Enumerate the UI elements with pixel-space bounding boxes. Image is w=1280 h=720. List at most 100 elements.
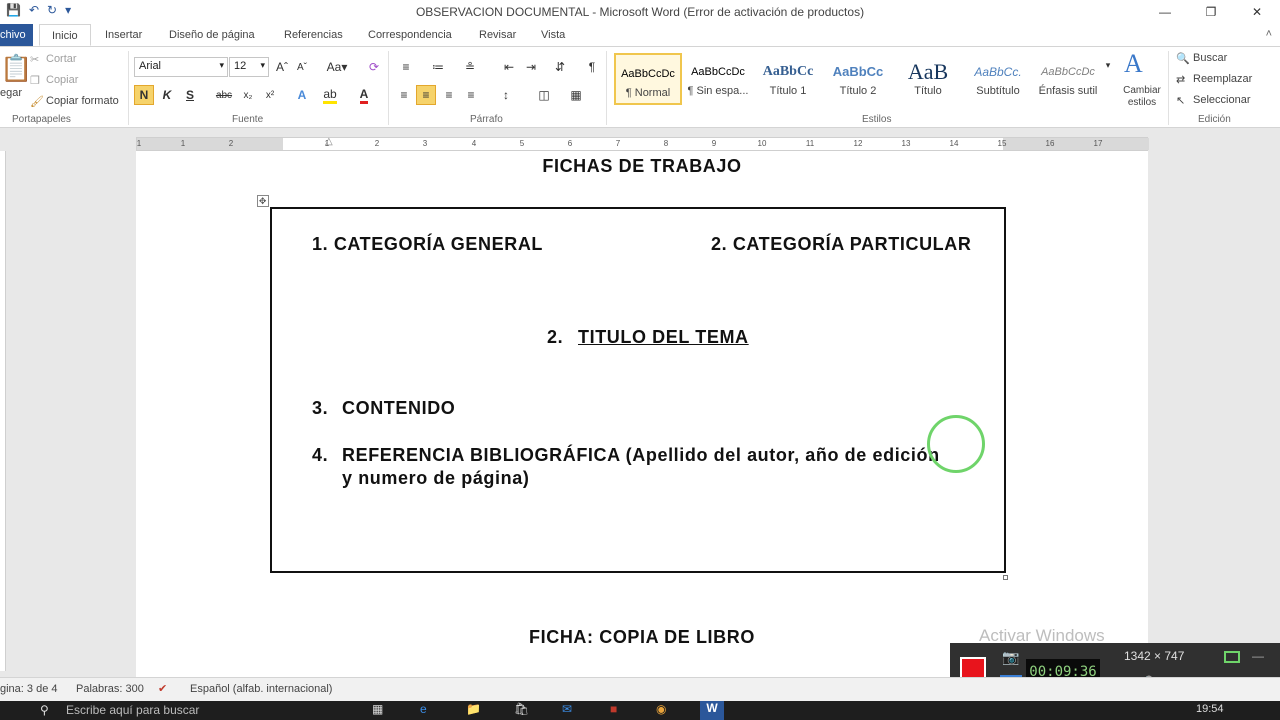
find-button[interactable]: Buscar	[1193, 52, 1227, 64]
style-normal[interactable]: AaBbCcDc ¶ Normal	[614, 53, 682, 105]
style-titulo[interactable]: AaB Título	[894, 53, 962, 105]
cut-button[interactable]: Cortar	[46, 53, 77, 65]
subscript-icon[interactable]: x₂	[238, 85, 258, 105]
close-button[interactable]: ✕	[1234, 0, 1280, 24]
copy-button[interactable]: Copiar	[46, 74, 78, 86]
document-page[interactable]: FICHAS DE TRABAJO ✥ 1. CATEGORÍA GENERAL…	[136, 151, 1148, 677]
title-bar: 💾 ↶ ↻ ▾ OBSERVACION DOCUMENTAL - Microso…	[0, 0, 1280, 24]
bold-button[interactable]: N	[134, 85, 154, 105]
change-styles-button[interactable]: Cambiar estilos	[1120, 85, 1164, 109]
paste-button[interactable]: egar	[0, 87, 22, 99]
style-enfasis-sutil[interactable]: AaBbCcDc Énfasis sutil	[1034, 53, 1102, 105]
capture-dimensions: 1342 × 747	[1124, 649, 1185, 663]
select-icon: ↖	[1176, 95, 1186, 107]
tab-inicio[interactable]: Inicio	[39, 24, 91, 46]
tab-archivo[interactable]: chivo	[0, 24, 33, 46]
style-titulo-1[interactable]: AaBbCc Título 1	[754, 53, 822, 105]
format-painter-button[interactable]: Copiar formato	[46, 95, 119, 107]
bullets-icon[interactable]: ≡	[396, 57, 416, 77]
align-center-icon[interactable]: ≡	[416, 85, 436, 105]
mail-icon[interactable]: ✉	[562, 702, 572, 716]
tab-referencias[interactable]: Referencias	[284, 24, 343, 46]
multilevel-list-icon[interactable]: ≗	[460, 57, 480, 77]
vertical-ruler[interactable]	[0, 151, 6, 671]
taskbar-search[interactable]: Escribe aquí para buscar	[66, 703, 199, 717]
shrink-font-icon[interactable]: Aˇ	[292, 57, 312, 77]
style-subtitulo[interactable]: AaBbCc. Subtítulo	[964, 53, 1032, 105]
justify-icon[interactable]: ≡	[461, 85, 481, 105]
paste-icon[interactable]: 📋	[0, 53, 32, 84]
store-icon[interactable]: 🛍	[514, 702, 529, 716]
font-color-icon[interactable]: A	[354, 85, 374, 105]
highlight-icon[interactable]: ab	[320, 85, 340, 105]
replace-button[interactable]: Reemplazar	[1193, 73, 1252, 85]
indent-marker-icon[interactable]: △	[325, 136, 333, 147]
font-name-box[interactable]: Arial ▾	[134, 57, 228, 77]
copy-icon: ❐	[30, 75, 40, 87]
styles-scroll-icon[interactable]: ▾	[1102, 55, 1114, 75]
ribbon-tabs: chivo Inicio Insertar Diseño de página R…	[0, 24, 1280, 46]
titulo-del-tema: TITULO DEL TEMA	[578, 327, 749, 347]
grow-font-icon[interactable]: Aˆ	[272, 57, 292, 77]
ribbon: 📋 egar ✂ Cortar ❐ Copiar 🖌 Copiar format…	[0, 46, 1280, 128]
align-right-icon[interactable]: ≡	[439, 85, 459, 105]
titulo-number: 2.	[547, 327, 564, 347]
clock[interactable]: 19:54	[1196, 703, 1224, 715]
horizontal-ruler[interactable]: 1 1 2 1 2 3 4 5 6 7 8 9 10 11 12 13 14 1…	[136, 136, 1149, 151]
tab-correspondencia[interactable]: Correspondencia	[368, 24, 452, 46]
language[interactable]: Español (alfab. internacional)	[190, 683, 332, 695]
word-count[interactable]: Palabras: 300	[76, 683, 144, 695]
shading-icon[interactable]: ◫	[534, 85, 554, 105]
table-move-handle-icon[interactable]: ✥	[257, 195, 269, 207]
task-view-icon[interactable]: ▦	[372, 702, 383, 716]
line-spacing-icon[interactable]: ↕	[496, 85, 516, 105]
italic-button[interactable]: K	[157, 85, 177, 105]
select-button[interactable]: Seleccionar	[1193, 94, 1250, 106]
chevron-down-icon: ▾	[260, 60, 265, 70]
numbering-icon[interactable]: ≔	[428, 57, 448, 77]
cursor-highlight-circle	[927, 415, 985, 473]
contenido: CONTENIDO	[342, 398, 456, 418]
page-count[interactable]: gina: 3 de 4	[0, 683, 58, 695]
proofing-icon[interactable]: ✔	[158, 682, 167, 695]
change-case-icon[interactable]: Aa▾	[324, 57, 350, 77]
tab-insertar[interactable]: Insertar	[105, 24, 142, 46]
decrease-indent-icon[interactable]: ⇤	[499, 57, 519, 77]
maximize-button[interactable]: ❐	[1188, 0, 1234, 24]
style-sin-espaciado[interactable]: AaBbCcDc ¶ Sin espa...	[684, 53, 752, 105]
clear-format-icon[interactable]: ⟳	[364, 57, 384, 77]
font-size-box[interactable]: 12 ▾	[229, 57, 269, 77]
word-taskbar-icon[interactable]: W	[700, 701, 724, 720]
region-icon[interactable]	[1224, 651, 1240, 663]
chevron-down-icon: ▾	[219, 60, 224, 70]
group-label-font: Fuente	[232, 114, 264, 125]
tab-diseno[interactable]: Diseño de página	[169, 24, 255, 46]
explorer-icon[interactable]: 📁	[466, 702, 481, 716]
app-icon[interactable]: ■	[610, 702, 617, 716]
tab-vista[interactable]: Vista	[541, 24, 565, 46]
edge-icon[interactable]: e	[420, 702, 427, 716]
chrome-icon[interactable]: ◉	[656, 702, 666, 716]
search-icon: ⚲	[40, 703, 49, 717]
table-resize-handle-icon[interactable]	[1003, 575, 1008, 580]
change-styles-icon[interactable]: A	[1124, 49, 1143, 79]
tab-revisar[interactable]: Revisar	[479, 24, 516, 46]
find-icon: 🔍	[1176, 53, 1190, 65]
text-effects-icon[interactable]: A	[292, 85, 312, 105]
group-label-clipboard: Portapapeles	[12, 114, 71, 125]
categoria-particular: 2. CATEGORÍA PARTICULAR	[711, 234, 972, 254]
collapse-ribbon-icon[interactable]: ˄	[1266, 28, 1272, 40]
referencia-line-2: y numero de página)	[342, 468, 530, 488]
minimize-button[interactable]: —	[1142, 0, 1188, 24]
align-left-icon[interactable]: ≡	[394, 85, 414, 105]
strikethrough-button[interactable]: abc	[214, 85, 234, 105]
show-marks-icon[interactable]: ¶	[582, 57, 602, 77]
increase-indent-icon[interactable]: ⇥	[521, 57, 541, 77]
camera-icon[interactable]: 📷	[1002, 649, 1019, 666]
borders-icon[interactable]: ▦	[566, 85, 586, 105]
underline-button[interactable]: S	[180, 85, 200, 105]
sort-icon[interactable]: ⇵	[550, 57, 570, 77]
minimize-recorder-icon[interactable]: —	[1252, 649, 1264, 663]
superscript-icon[interactable]: x²	[260, 85, 280, 105]
style-titulo-2[interactable]: AaBbCc Título 2	[824, 53, 892, 105]
